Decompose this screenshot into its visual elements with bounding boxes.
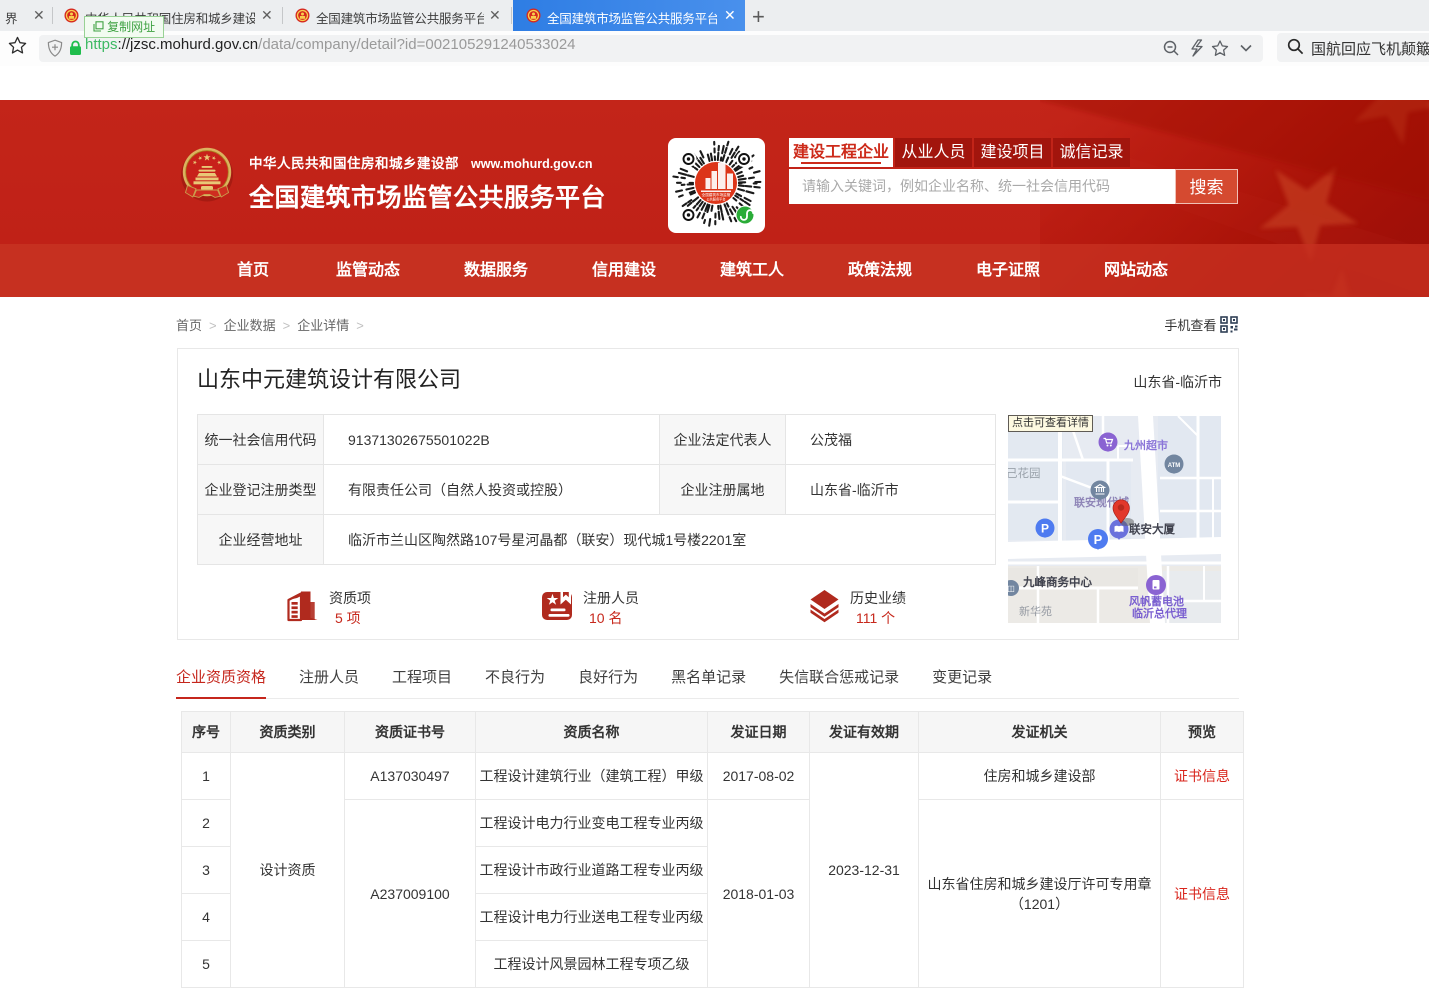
svg-text:己花园: 己花园 (1008, 467, 1041, 480)
svg-text:九峰商务中心: 九峰商务中心 (1022, 575, 1092, 589)
svg-text:◫: ◫ (1008, 584, 1015, 593)
svg-text:全国建筑市场监管: 全国建筑市场监管 (702, 192, 731, 197)
svg-text:公共服务平台: 公共服务平台 (706, 197, 725, 202)
svg-text:风帆蓄电池: 风帆蓄电池 (1129, 594, 1184, 608)
svg-text:ATM: ATM (1168, 463, 1181, 469)
svg-text:联安大厦: 联安大厦 (1129, 522, 1175, 536)
svg-text:P: P (1094, 532, 1103, 547)
svg-text:临沂总代理: 临沂总代理 (1132, 606, 1187, 620)
svg-text:九州超市: 九州超市 (1123, 438, 1168, 452)
svg-text:新华苑: 新华苑 (1019, 604, 1052, 618)
svg-text:P: P (1041, 522, 1049, 536)
